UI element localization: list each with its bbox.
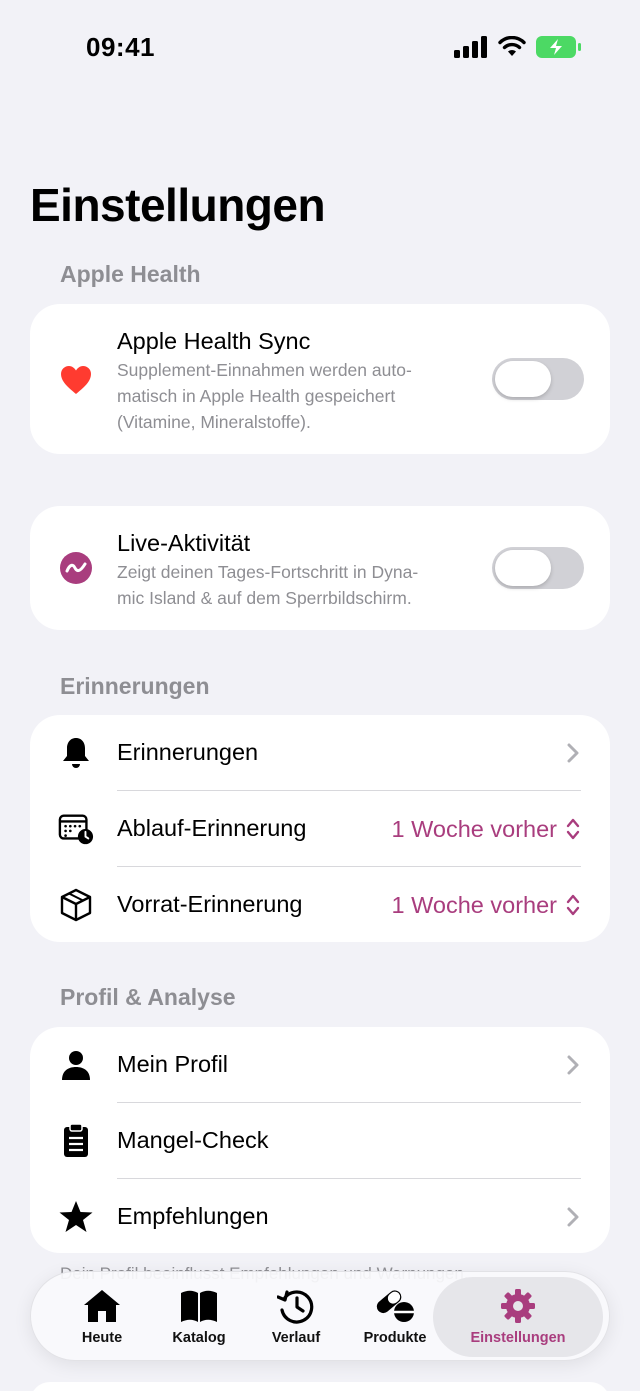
status-time: 09:41	[86, 32, 155, 62]
stock-reminder-label: Vorrat-Erinnerung	[117, 891, 303, 917]
tab-label-produkte: Produkte	[363, 1330, 427, 1346]
chevron-up-down-icon	[566, 818, 580, 840]
box-icon	[58, 887, 94, 923]
toggle-knob	[495, 550, 551, 586]
reminders-label: Erinnerungen	[117, 739, 259, 765]
cellular-signal-icon	[454, 36, 487, 58]
toggle-knob	[495, 361, 551, 397]
live-activity-card: Live-Aktivität Zeigt deinen Tages-Fortsc…	[30, 506, 610, 630]
section-header-apple-health: Apple Health	[60, 261, 201, 287]
expiry-reminder-row[interactable]: Ablauf-Erinnerung 1 Woche vorher	[30, 791, 610, 867]
tab-verlauf[interactable]: Verlauf	[251, 1272, 341, 1362]
gear-icon	[500, 1288, 536, 1324]
stock-reminder-row[interactable]: Vorrat-Erinnerung 1 Woche vorher	[30, 867, 610, 942]
live-activity-icon	[58, 550, 94, 586]
next-section-card	[30, 1382, 610, 1391]
pills-icon	[374, 1288, 416, 1324]
recommendations-row[interactable]: Empfehlungen	[30, 1179, 610, 1253]
clipboard-icon	[58, 1123, 94, 1159]
history-icon	[277, 1288, 315, 1324]
chevron-right-icon	[567, 1055, 579, 1075]
tab-heute[interactable]: Heute	[57, 1272, 147, 1362]
wifi-icon	[498, 36, 526, 56]
live-activity-toggle[interactable]	[492, 547, 584, 589]
recommendations-label: Empfehlungen	[117, 1203, 269, 1229]
live-activity-description: Zeigt deinen Tages-Fortschritt in Dyna- …	[117, 562, 419, 608]
chevron-right-icon	[567, 743, 579, 763]
calendar-clock-icon	[58, 811, 94, 847]
live-activity-title: Live-Aktivität	[117, 530, 251, 556]
profile-card: Mein Profil Mangel-Check Empfehlungen	[30, 1027, 610, 1253]
my-profile-row[interactable]: Mein Profil	[30, 1027, 610, 1103]
expiry-reminder-value[interactable]: 1 Woche vorher	[392, 816, 557, 843]
tab-bar: Heute Katalog Verlauf Produkte Einstellu…	[30, 1271, 610, 1361]
my-profile-label: Mein Profil	[117, 1051, 229, 1077]
house-icon	[82, 1288, 122, 1324]
battery-charging-icon	[536, 36, 581, 58]
reminders-card: Erinnerungen Ablauf-Erinnerung 1 Woche v…	[30, 715, 610, 942]
chevron-right-icon	[567, 1207, 579, 1227]
heart-icon	[58, 362, 94, 398]
page-title: Einstellungen	[30, 179, 326, 231]
stock-reminder-value[interactable]: 1 Woche vorher	[392, 892, 557, 919]
star-icon	[58, 1199, 94, 1235]
chevron-up-down-icon	[566, 894, 580, 916]
apple-health-sync-description: Supplement-Einnahmen werden auto- matisc…	[117, 360, 412, 432]
tab-katalog[interactable]: Katalog	[153, 1272, 245, 1362]
expiry-reminder-label: Ablauf-Erinnerung	[117, 815, 307, 841]
tab-label-verlauf: Verlauf	[271, 1330, 321, 1346]
section-header-profile: Profil & Analyse	[60, 984, 236, 1010]
section-header-reminders: Erinnerungen	[60, 673, 210, 699]
tab-produkte[interactable]: Produkte	[349, 1272, 441, 1362]
tab-einstellungen[interactable]: Einstellungen	[433, 1277, 603, 1357]
tab-label-katalog: Katalog	[172, 1330, 226, 1346]
bell-icon	[58, 735, 94, 771]
reminders-row[interactable]: Erinnerungen	[30, 715, 610, 791]
deficiency-check-label: Mangel-Check	[117, 1127, 269, 1153]
tab-label-einstellungen: Einstellungen	[470, 1330, 566, 1346]
deficiency-check-row[interactable]: Mangel-Check	[30, 1103, 610, 1179]
apple-health-sync-toggle[interactable]	[492, 358, 584, 400]
apple-health-sync-title: Apple Health Sync	[117, 328, 311, 354]
status-icons	[454, 35, 582, 59]
book-icon	[179, 1288, 219, 1324]
status-bar: 09:41	[0, 0, 640, 96]
person-icon	[58, 1047, 94, 1083]
apple-health-sync-card: Apple Health Sync Supplement-Einnahmen w…	[30, 304, 610, 454]
tab-label-heute: Heute	[81, 1330, 123, 1346]
